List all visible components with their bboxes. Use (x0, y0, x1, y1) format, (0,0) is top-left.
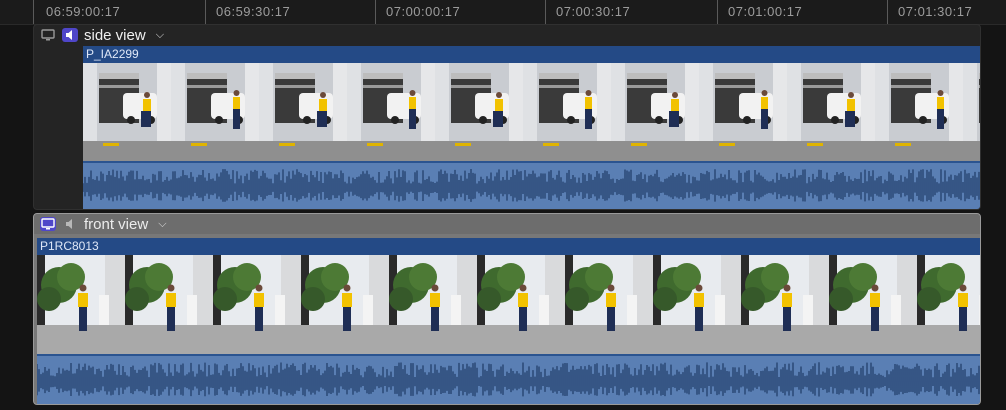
waveform-path (83, 168, 980, 202)
filmstrip-frame (259, 63, 347, 161)
filmstrip-frame (787, 63, 875, 161)
filmstrip-frame (213, 255, 301, 354)
filmstrip (37, 255, 980, 354)
audio-waveform (37, 356, 980, 404)
chevron-down-icon[interactable]: ⌵ (156, 29, 164, 42)
filmstrip-frame (523, 63, 611, 161)
clip-name: P_IA2299 (83, 46, 980, 63)
angle-header: side view ⌵ (34, 25, 980, 45)
timeline-ruler[interactable]: 06:59:00:17 06:59:30:17 07:00:00:17 07:0… (0, 0, 1006, 25)
filmstrip-frame (83, 63, 171, 161)
filmstrip-frame (389, 255, 477, 354)
filmstrip-frame (875, 63, 963, 161)
video-clip[interactable]: P_IA2299 (83, 46, 980, 209)
clip-name: P1RC8013 (37, 238, 980, 255)
angle-side-view[interactable]: side view ⌵ P_IA2299 (33, 24, 981, 210)
filmstrip-frame (347, 63, 435, 161)
filmstrip-frame (917, 255, 980, 354)
waveform-path (37, 362, 980, 397)
filmstrip-frame (653, 255, 741, 354)
monitor-icon[interactable] (40, 28, 56, 42)
ruler-tick (717, 0, 718, 24)
angle-front-view[interactable]: front view ⌵ P1RC8013 (33, 213, 981, 405)
monitor-icon[interactable] (40, 217, 56, 231)
filmstrip-frame (301, 255, 389, 354)
speaker-icon[interactable] (62, 217, 78, 231)
filmstrip-frame (741, 255, 829, 354)
angle-title[interactable]: side view (84, 27, 146, 44)
filmstrip-frame (435, 63, 523, 161)
angle-header: front view ⌵ (34, 214, 980, 234)
ruler-timecode: 07:00:30:17 (556, 4, 631, 19)
ruler-timecode: 06:59:30:17 (216, 4, 291, 19)
ruler-tick (545, 0, 546, 24)
filmstrip (83, 63, 980, 161)
speaker-icon[interactable] (62, 28, 78, 42)
filmstrip-frame (171, 63, 259, 161)
ruler-timecode: 07:01:00:17 (728, 4, 803, 19)
filmstrip-frame (611, 63, 699, 161)
filmstrip-frame (37, 255, 125, 354)
filmstrip-frame (963, 63, 980, 161)
chevron-down-icon[interactable]: ⌵ (158, 218, 166, 231)
ruler-tick (205, 0, 206, 24)
filmstrip-frame (699, 63, 787, 161)
audio-waveform (83, 163, 980, 209)
video-clip[interactable]: P1RC8013 (37, 238, 980, 404)
ruler-timecode: 07:01:30:17 (898, 4, 973, 19)
filmstrip-frame (565, 255, 653, 354)
ruler-tick (887, 0, 888, 24)
ruler-tick (33, 0, 34, 24)
ruler-timecode: 07:00:00:17 (386, 4, 461, 19)
filmstrip-frame (477, 255, 565, 354)
ruler-tick (375, 0, 376, 24)
filmstrip-frame (829, 255, 917, 354)
filmstrip-frame (125, 255, 213, 354)
ruler-timecode: 06:59:00:17 (46, 4, 121, 19)
angle-title[interactable]: front view (84, 216, 148, 233)
